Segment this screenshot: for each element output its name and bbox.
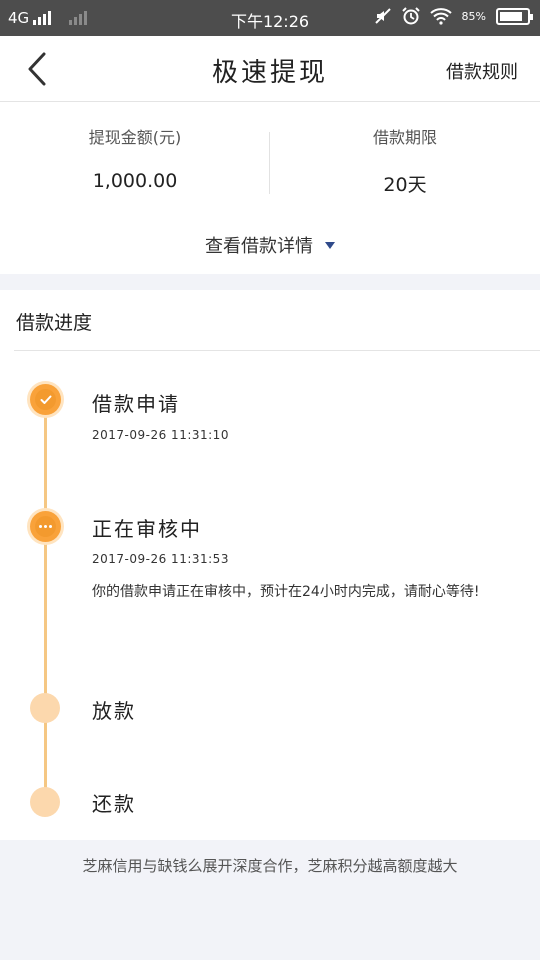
view-details-button[interactable]: 查看借款详情 bbox=[0, 232, 540, 258]
step-time: 2017-09-26 11:31:10 bbox=[92, 428, 229, 442]
loan-summary: 提现金额(元) 1,000.00 借款期限 20天 查看借款详情 bbox=[0, 102, 540, 274]
view-details-label: 查看借款详情 bbox=[205, 236, 313, 257]
term-label: 借款期限 bbox=[372, 128, 437, 147]
amount-value: 1,000.00 bbox=[92, 170, 178, 192]
amount-label: 提现金额(元) bbox=[88, 128, 182, 147]
step-description: 你的借款申请正在审核中，预计在24小时内完成，请耐心等待! bbox=[92, 584, 480, 600]
step-time: 2017-09-26 11:31:53 bbox=[92, 552, 229, 566]
step-title: 借款申请 bbox=[92, 392, 180, 416]
status-bar: 4G 下午12:26 85% bbox=[0, 0, 540, 36]
caret-down-icon bbox=[325, 241, 335, 249]
step-done-marker bbox=[30, 384, 61, 415]
section-divider bbox=[14, 350, 540, 351]
battery-fill bbox=[500, 11, 523, 21]
battery-percent: 85% bbox=[461, 9, 486, 23]
ellipsis-icon bbox=[35, 516, 56, 537]
nav-bar: 极速提现 借款规则 bbox=[0, 36, 540, 102]
step-pending-marker bbox=[30, 693, 60, 723]
alarm-icon bbox=[401, 7, 420, 25]
term-value: 20天 bbox=[383, 174, 427, 196]
term-block: 借款期限 20天 bbox=[270, 124, 540, 197]
amount-block: 提现金额(元) 1,000.00 bbox=[0, 124, 270, 192]
mute-icon bbox=[374, 8, 391, 24]
step-title: 还款 bbox=[92, 792, 136, 816]
step-title: 放款 bbox=[92, 699, 136, 723]
step-title: 正在审核中 bbox=[92, 517, 202, 541]
progress-title: 借款进度 bbox=[16, 312, 93, 334]
wifi-icon bbox=[429, 8, 452, 25]
step-pending-marker bbox=[30, 787, 60, 817]
loan-progress: 借款进度 借款申请 2017-09-26 11:31:10 正在审核中 2017… bbox=[0, 290, 540, 840]
check-icon bbox=[35, 389, 56, 410]
status-right: 85% bbox=[374, 7, 533, 25]
step-active-marker bbox=[30, 511, 61, 542]
footer-note: 芝麻信用与缺钱么展开深度合作，芝麻积分越高额度越大 bbox=[82, 857, 458, 875]
battery-icon bbox=[496, 7, 533, 25]
loan-rules-link[interactable]: 借款规则 bbox=[446, 58, 518, 84]
timeline-track bbox=[44, 412, 47, 802]
